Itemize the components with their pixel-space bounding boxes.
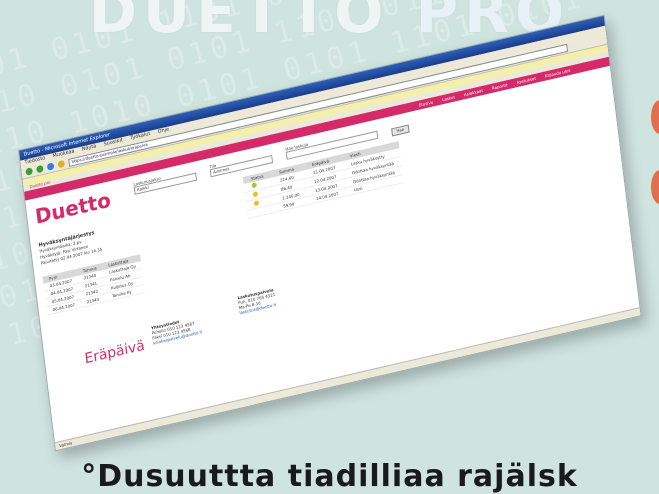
approval-info: Hyväksyntäjärjestys Hyväksyntäaika: 2 pv…: [38, 229, 102, 267]
poster-caption: °Dusuuttta tiadilliaa rajälsk: [81, 459, 578, 494]
invoice-table: Pvm Tunnus Laskuttaja 03.04.2007 21340 L…: [42, 254, 146, 316]
home-icon[interactable]: [57, 159, 66, 169]
menu-item-help[interactable]: Ohje: [157, 126, 169, 135]
headline-text: DUETTO: [88, 0, 390, 46]
contact-block: Laskutuspalvelu Puh. 010 765 4321 Ma-Pe …: [237, 287, 276, 315]
refresh-icon[interactable]: [46, 162, 55, 171]
status-dot-icon: [253, 200, 260, 207]
back-icon[interactable]: [25, 167, 34, 176]
forward-icon[interactable]: [36, 164, 44, 174]
contact-block: Yhteystiedot Puhelin 010 123 4567 Faksi …: [151, 314, 202, 345]
search-button[interactable]: Hae: [391, 124, 410, 137]
status-dot-icon: [252, 191, 259, 198]
due-date-heading: Eräpäivä: [83, 337, 146, 368]
status-dot-icon: [251, 182, 258, 189]
